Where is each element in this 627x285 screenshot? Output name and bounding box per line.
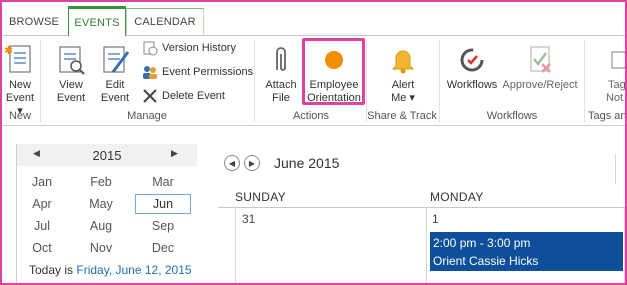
view-event-label-1: View (59, 79, 83, 91)
month-feb[interactable]: Feb (79, 172, 123, 192)
group-separator (254, 40, 255, 122)
bell-icon (391, 50, 415, 74)
month-aug[interactable]: Aug (79, 216, 123, 236)
cell-divider (426, 208, 427, 283)
view-event-button[interactable]: View Event (54, 44, 88, 105)
month-sep[interactable]: Sep (141, 216, 185, 236)
tab-events[interactable]: EVENTS (68, 6, 126, 36)
group-label-actions: Actions (292, 110, 330, 122)
tags-notes-label-2: Not (606, 92, 624, 104)
paperclip-icon (276, 47, 286, 71)
calendar-nav: ◀ ▶ June 2015 (224, 154, 339, 172)
divider (615, 154, 616, 184)
alert-me-label-2: Me ▾ (391, 92, 415, 104)
tag-icon (611, 51, 625, 69)
picker-year: 2015 (92, 147, 122, 163)
group-separator (439, 40, 440, 122)
cell-divider (235, 208, 236, 283)
day-number-31[interactable]: 31 (242, 212, 255, 226)
group-label-workflows: Workflows (486, 110, 538, 122)
workflows-button[interactable]: Workflows (444, 44, 500, 92)
prev-year-icon[interactable]: ◀ (33, 148, 40, 159)
version-history-label: Version History (162, 42, 236, 54)
event-permissions-button[interactable]: Event Permissions (142, 64, 253, 80)
month-apr[interactable]: Apr (20, 194, 64, 214)
alert-me-button[interactable]: Alert Me ▾ (380, 44, 426, 105)
group-separator (40, 40, 41, 122)
ribbon: ✱ New Event ▾ New View Event Edit Event … (2, 36, 625, 126)
delete-event-label: Delete Event (162, 90, 225, 102)
group-label-tags: Tags and (588, 110, 627, 122)
cell-divider (624, 208, 625, 283)
tags-notes-button[interactable]: Tags Not (598, 44, 626, 105)
today-prefix: Today is (29, 263, 74, 277)
approve-reject-label: Approve/Reject (502, 79, 578, 91)
chevron-down-icon: ▾ (409, 92, 415, 104)
day-header-monday: MONDAY (430, 190, 484, 204)
month-jan[interactable]: Jan (20, 172, 64, 192)
next-month-button[interactable]: ▶ (244, 155, 260, 171)
day-number-1[interactable]: 1 (432, 212, 439, 226)
group-label-manage: Manage (127, 110, 167, 122)
calendar-month-title: June 2015 (274, 155, 340, 171)
new-event-icon: ✱ (4, 44, 31, 73)
group-label-new: New (8, 110, 31, 122)
today-line: Today is Friday, June 12, 2015 (29, 263, 192, 277)
month-may[interactable]: May (79, 194, 123, 214)
new-event-label-1: New (8, 79, 31, 91)
tags-notes-label-1: Tags (608, 79, 626, 91)
attach-file-button[interactable]: Attach File (262, 44, 300, 105)
approve-reject-icon (530, 46, 551, 73)
prev-month-button[interactable]: ◀ (224, 155, 240, 171)
highlight-box (302, 38, 365, 105)
version-history-icon (143, 41, 158, 56)
event-time: 2:00 pm - 3:00 pm (433, 236, 531, 250)
group-separator (584, 40, 585, 122)
edit-event-label-1: Edit (105, 79, 125, 91)
month-dec[interactable]: Dec (141, 238, 185, 258)
month-jun-selected[interactable]: Jun (135, 194, 191, 214)
edit-event-icon (103, 46, 130, 73)
attach-file-label-2: File (272, 92, 290, 104)
date-picker-header: ◀ 2015 ▶ (17, 144, 197, 166)
new-event-button[interactable]: ✱ New Event ▾ (2, 44, 38, 118)
calendar-event[interactable]: 2:00 pm - 3:00 pm Orient Cassie Hicks (430, 232, 623, 271)
delete-event-button[interactable]: Delete Event (142, 88, 225, 104)
month-mar[interactable]: Mar (141, 172, 185, 192)
approve-reject-button[interactable]: Approve/Reject (502, 44, 578, 92)
version-history-button[interactable]: Version History (142, 40, 236, 56)
people-icon (143, 66, 157, 79)
view-event-label-2: Event (56, 92, 86, 104)
event-title: Orient Cassie Hicks (433, 254, 539, 268)
header-divider (218, 207, 625, 208)
svg-text:✱: ✱ (4, 44, 13, 57)
day-header-sunday: SUNDAY (235, 190, 286, 204)
ribbon-tab-bar: BROWSE EVENTS CALENDAR (2, 2, 625, 36)
event-permissions-label: Event Permissions (162, 66, 254, 78)
month-nov[interactable]: Nov (79, 238, 123, 258)
edit-event-button[interactable]: Edit Event (98, 44, 132, 105)
edit-event-label-2: Event (100, 92, 130, 104)
app-frame: BROWSE EVENTS CALENDAR ✱ New Event ▾ New (0, 0, 627, 285)
delete-x-icon (143, 89, 157, 103)
month-jul[interactable]: Jul (20, 216, 64, 236)
next-year-icon[interactable]: ▶ (171, 148, 178, 159)
attach-file-label-1: Attach (265, 79, 297, 91)
group-label-share-track: Share & Track (367, 110, 437, 122)
month-oct[interactable]: Oct (20, 238, 64, 258)
calendar-grid: SUNDAY MONDAY 31 1 2:00 pm - 3:00 pm Ori… (218, 186, 625, 283)
alert-me-label-1: Alert (391, 79, 415, 91)
tab-calendar[interactable]: CALENDAR (126, 8, 204, 34)
date-picker: ◀ 2015 ▶ Jan Feb Mar Apr May Jun Jul Aug… (16, 144, 197, 283)
today-link[interactable]: Friday, June 12, 2015 (76, 263, 191, 277)
tab-browse[interactable]: BROWSE (2, 8, 67, 34)
workflow-cycle-icon (460, 48, 484, 72)
view-event-icon (59, 46, 85, 75)
workflows-label: Workflows (446, 79, 498, 91)
